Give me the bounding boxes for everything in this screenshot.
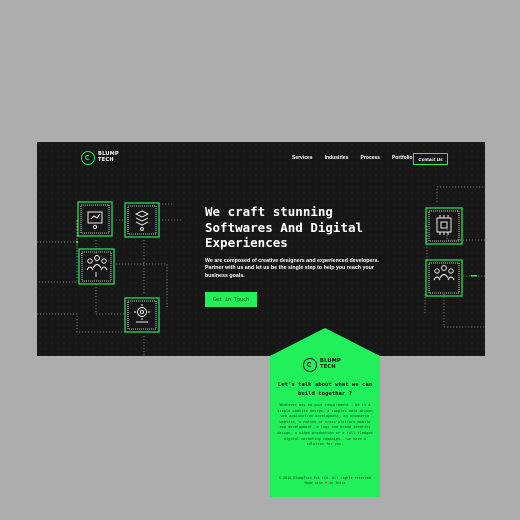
- get-in-touch-button[interactable]: Get in Touch: [205, 292, 257, 307]
- hero-description: We are composed of creative designers an…: [205, 258, 379, 279]
- logo-wordmark: BLUMP TECH: [98, 152, 119, 163]
- hero-title-line-2: Softwares And Digital: [205, 219, 364, 235]
- card-heading: Let's talk about what we can build toget…: [277, 382, 373, 397]
- logo-line-2: TECH: [98, 157, 114, 163]
- nav-item-process[interactable]: Process: [360, 155, 379, 161]
- hero-title: We craft stunning Softwares And Digital …: [205, 204, 405, 251]
- made-with-prefix: Made with: [304, 481, 323, 485]
- people-icon: [433, 265, 455, 281]
- logo-line-2: TECH: [320, 364, 336, 370]
- stack-icon: [134, 210, 150, 231]
- logo-wordmark: BLUMP TECH: [320, 359, 341, 370]
- hero-title-line-3: Experiences: [205, 235, 288, 250]
- logo-icon: [81, 151, 95, 165]
- main-nav: Services Industries Process Portfolio: [292, 155, 425, 161]
- gear-bulb-icon: [134, 304, 150, 323]
- nav-item-services[interactable]: Services: [292, 155, 313, 161]
- contact-us-button[interactable]: Contact Us: [413, 153, 448, 165]
- brand-logo[interactable]: BLUMP TECH: [81, 151, 119, 165]
- chip-icon: [436, 215, 452, 235]
- dashboard-icon: [87, 211, 103, 230]
- copyright-text: © 2018 BlumpTech Pvt Ltd. All rights res…: [276, 476, 374, 486]
- made-with-suffix: in India: [329, 481, 346, 485]
- nav-item-industries[interactable]: Industries: [325, 155, 349, 161]
- heart-icon: ♥: [324, 481, 328, 485]
- nav-item-portfolio[interactable]: Portfolio: [392, 155, 413, 161]
- footer-logo[interactable]: BLUMP TECH: [303, 358, 341, 372]
- card-body-text: Whatever may be your requirement - be it…: [277, 403, 373, 447]
- copyright-line: © 2018 BlumpTech Pvt Ltd. All rights res…: [279, 476, 371, 480]
- website-hero-panel: BLUMP TECH Services Industries Process P…: [37, 142, 485, 356]
- hero-title-line-1: We craft stunning: [205, 204, 333, 219]
- contact-footer-card: BLUMP TECH Let's talk about what we can …: [270, 328, 380, 497]
- logo-icon: [303, 358, 317, 372]
- people-icon: [86, 255, 108, 277]
